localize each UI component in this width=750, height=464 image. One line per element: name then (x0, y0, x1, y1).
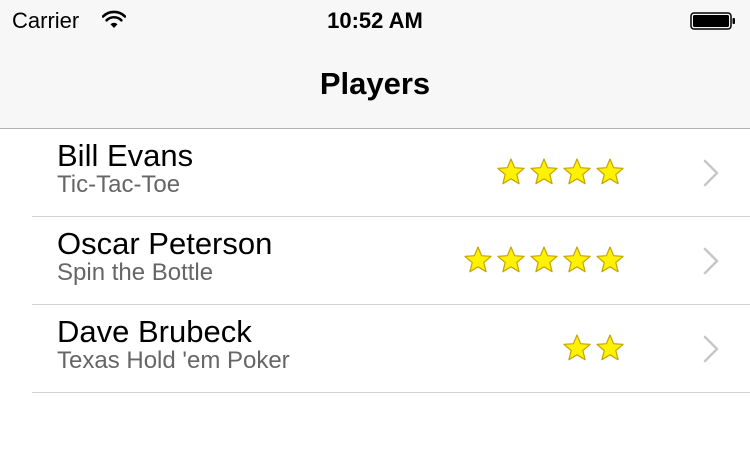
star-icon (596, 246, 624, 273)
star-icon (464, 246, 492, 273)
table-row[interactable]: Oscar Peterson Spin the Bottle (32, 217, 750, 305)
chevron-right-icon (703, 335, 719, 363)
chevron-right-icon (703, 159, 719, 187)
chevron-right-icon (703, 247, 719, 275)
rating-stars (562, 333, 625, 363)
battery-icon (690, 12, 735, 30)
page-title: Players (319, 66, 431, 101)
star-icon (563, 246, 591, 273)
star-icon (596, 334, 624, 361)
table-row[interactable]: Bill Evans Tic-Tac-Toe (32, 129, 750, 217)
player-name: Bill Evans (57, 138, 194, 173)
player-name: Dave Brubeck (57, 314, 252, 349)
star-icon (563, 334, 591, 361)
players-table: Bill Evans Tic-Tac-Toe Oscar Peterson Spin … (0, 129, 750, 393)
status-bar: Carrier 10:52 AM (0, 0, 750, 40)
star-icon (497, 246, 525, 273)
player-game: Texas Hold 'em Poker (57, 347, 290, 374)
rating-stars (496, 157, 625, 187)
star-icon (530, 158, 558, 185)
navigation-bar: Players (0, 40, 750, 129)
status-time: 10:52 AM (327, 8, 423, 33)
star-icon (596, 158, 624, 185)
rating-stars (463, 245, 625, 275)
table-row[interactable]: Dave Brubeck Texas Hold 'em Poker (32, 305, 750, 393)
star-icon (530, 246, 558, 273)
star-icon (563, 158, 591, 185)
player-name: Oscar Peterson (57, 226, 273, 261)
player-game: Spin the Bottle (57, 259, 214, 286)
star-icon (497, 158, 525, 185)
player-game: Tic-Tac-Toe (57, 171, 181, 198)
